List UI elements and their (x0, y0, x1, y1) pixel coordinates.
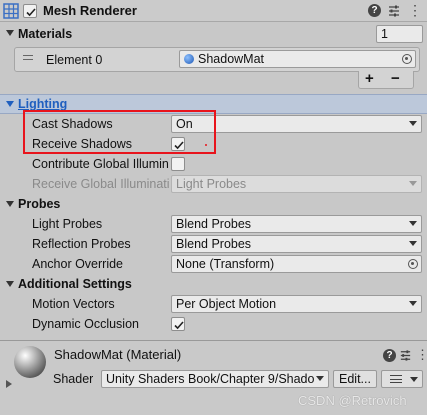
shader-value: Unity Shaders Book/Chapter 9/Shado (106, 372, 315, 386)
reflection-probes-dropdown[interactable]: Blend Probes (171, 235, 422, 253)
object-picker-icon[interactable] (402, 54, 412, 64)
materials-size-field[interactable]: 1 (376, 25, 423, 43)
chevron-down-icon (316, 376, 324, 381)
probes-foldout-icon[interactable] (6, 201, 14, 207)
materials-foldout-icon[interactable] (6, 30, 14, 36)
remove-element-button[interactable]: − (391, 71, 400, 87)
material-sphere-icon (14, 346, 46, 378)
add-element-button[interactable]: + (365, 71, 374, 87)
chevron-down-icon (409, 221, 417, 226)
mesh-renderer-icon (3, 3, 19, 22)
more-icon[interactable]: ⋮ (416, 348, 427, 362)
more-icon[interactable]: ⋮ (408, 3, 422, 17)
edit-shader-button[interactable]: Edit... (333, 370, 377, 388)
edit-shader-label: Edit... (339, 372, 371, 386)
dynamic-occlusion-label: Dynamic Occlusion (32, 317, 139, 331)
help-icon[interactable]: ? (383, 349, 396, 362)
material-element-value: ShadowMat (198, 52, 265, 66)
preset-icon[interactable] (387, 4, 401, 21)
chevron-down-icon (409, 241, 417, 246)
receive-gi-value: Light Probes (176, 177, 247, 191)
object-picker-icon[interactable] (408, 259, 418, 269)
reflection-probes-value: Blend Probes (176, 237, 252, 251)
light-probes-value: Blend Probes (176, 217, 252, 231)
component-header: Mesh Renderer ? ⋮ (0, 0, 427, 22)
dynamic-occlusion-checkbox[interactable] (171, 317, 185, 331)
receive-gi-label: Receive Global Illuminati (32, 177, 169, 191)
additional-settings-header[interactable]: Additional Settings (18, 274, 132, 294)
contribute-gi-label: Contribute Global Illumin (32, 157, 169, 171)
shader-menu-button[interactable] (381, 370, 423, 388)
shader-dropdown[interactable]: Unity Shaders Book/Chapter 9/Shado (101, 370, 329, 388)
chevron-down-icon (409, 301, 417, 306)
materials-header[interactable]: Materials (18, 24, 72, 44)
highlight-box (23, 110, 216, 154)
material-sphere-icon (184, 54, 194, 64)
list-footer: + − (358, 71, 414, 89)
component-enabled-checkbox[interactable] (23, 4, 37, 18)
material-element-label: Element 0 (46, 53, 103, 67)
receive-gi-dropdown: Light Probes (171, 175, 422, 193)
lighting-foldout-icon[interactable] (6, 101, 14, 107)
material-title: ShadowMat (Material) (54, 347, 182, 362)
preset-icon[interactable] (399, 349, 412, 365)
watermark: CSDN @Retrovich (298, 393, 407, 408)
motion-vectors-value: Per Object Motion (176, 297, 277, 311)
material-element-field[interactable]: ShadowMat (179, 50, 416, 68)
shader-label: Shader (53, 372, 94, 386)
reflection-probes-label: Reflection Probes (32, 237, 131, 251)
contribute-gi-checkbox[interactable] (171, 157, 185, 171)
drag-handle-icon[interactable] (23, 55, 33, 60)
motion-vectors-label: Motion Vectors (32, 297, 115, 311)
anchor-override-value: None (Transform) (176, 257, 275, 271)
chevron-down-icon (409, 181, 417, 186)
chevron-down-icon (409, 121, 417, 126)
help-icon[interactable]: ? (368, 4, 381, 17)
list-icon (390, 375, 402, 383)
anchor-override-field[interactable]: None (Transform) (171, 255, 422, 273)
probes-header[interactable]: Probes (18, 194, 60, 214)
light-probes-label: Light Probes (32, 217, 103, 231)
motion-vectors-dropdown[interactable]: Per Object Motion (171, 295, 422, 313)
component-title: Mesh Renderer (43, 3, 137, 18)
light-probes-dropdown[interactable]: Blend Probes (171, 215, 422, 233)
expand-arrow-icon[interactable] (6, 380, 12, 388)
materials-list: Element 0 ShadowMat (14, 47, 420, 72)
anchor-override-label: Anchor Override (32, 257, 124, 271)
additional-foldout-icon[interactable] (6, 281, 14, 287)
chevron-down-icon (410, 377, 418, 382)
